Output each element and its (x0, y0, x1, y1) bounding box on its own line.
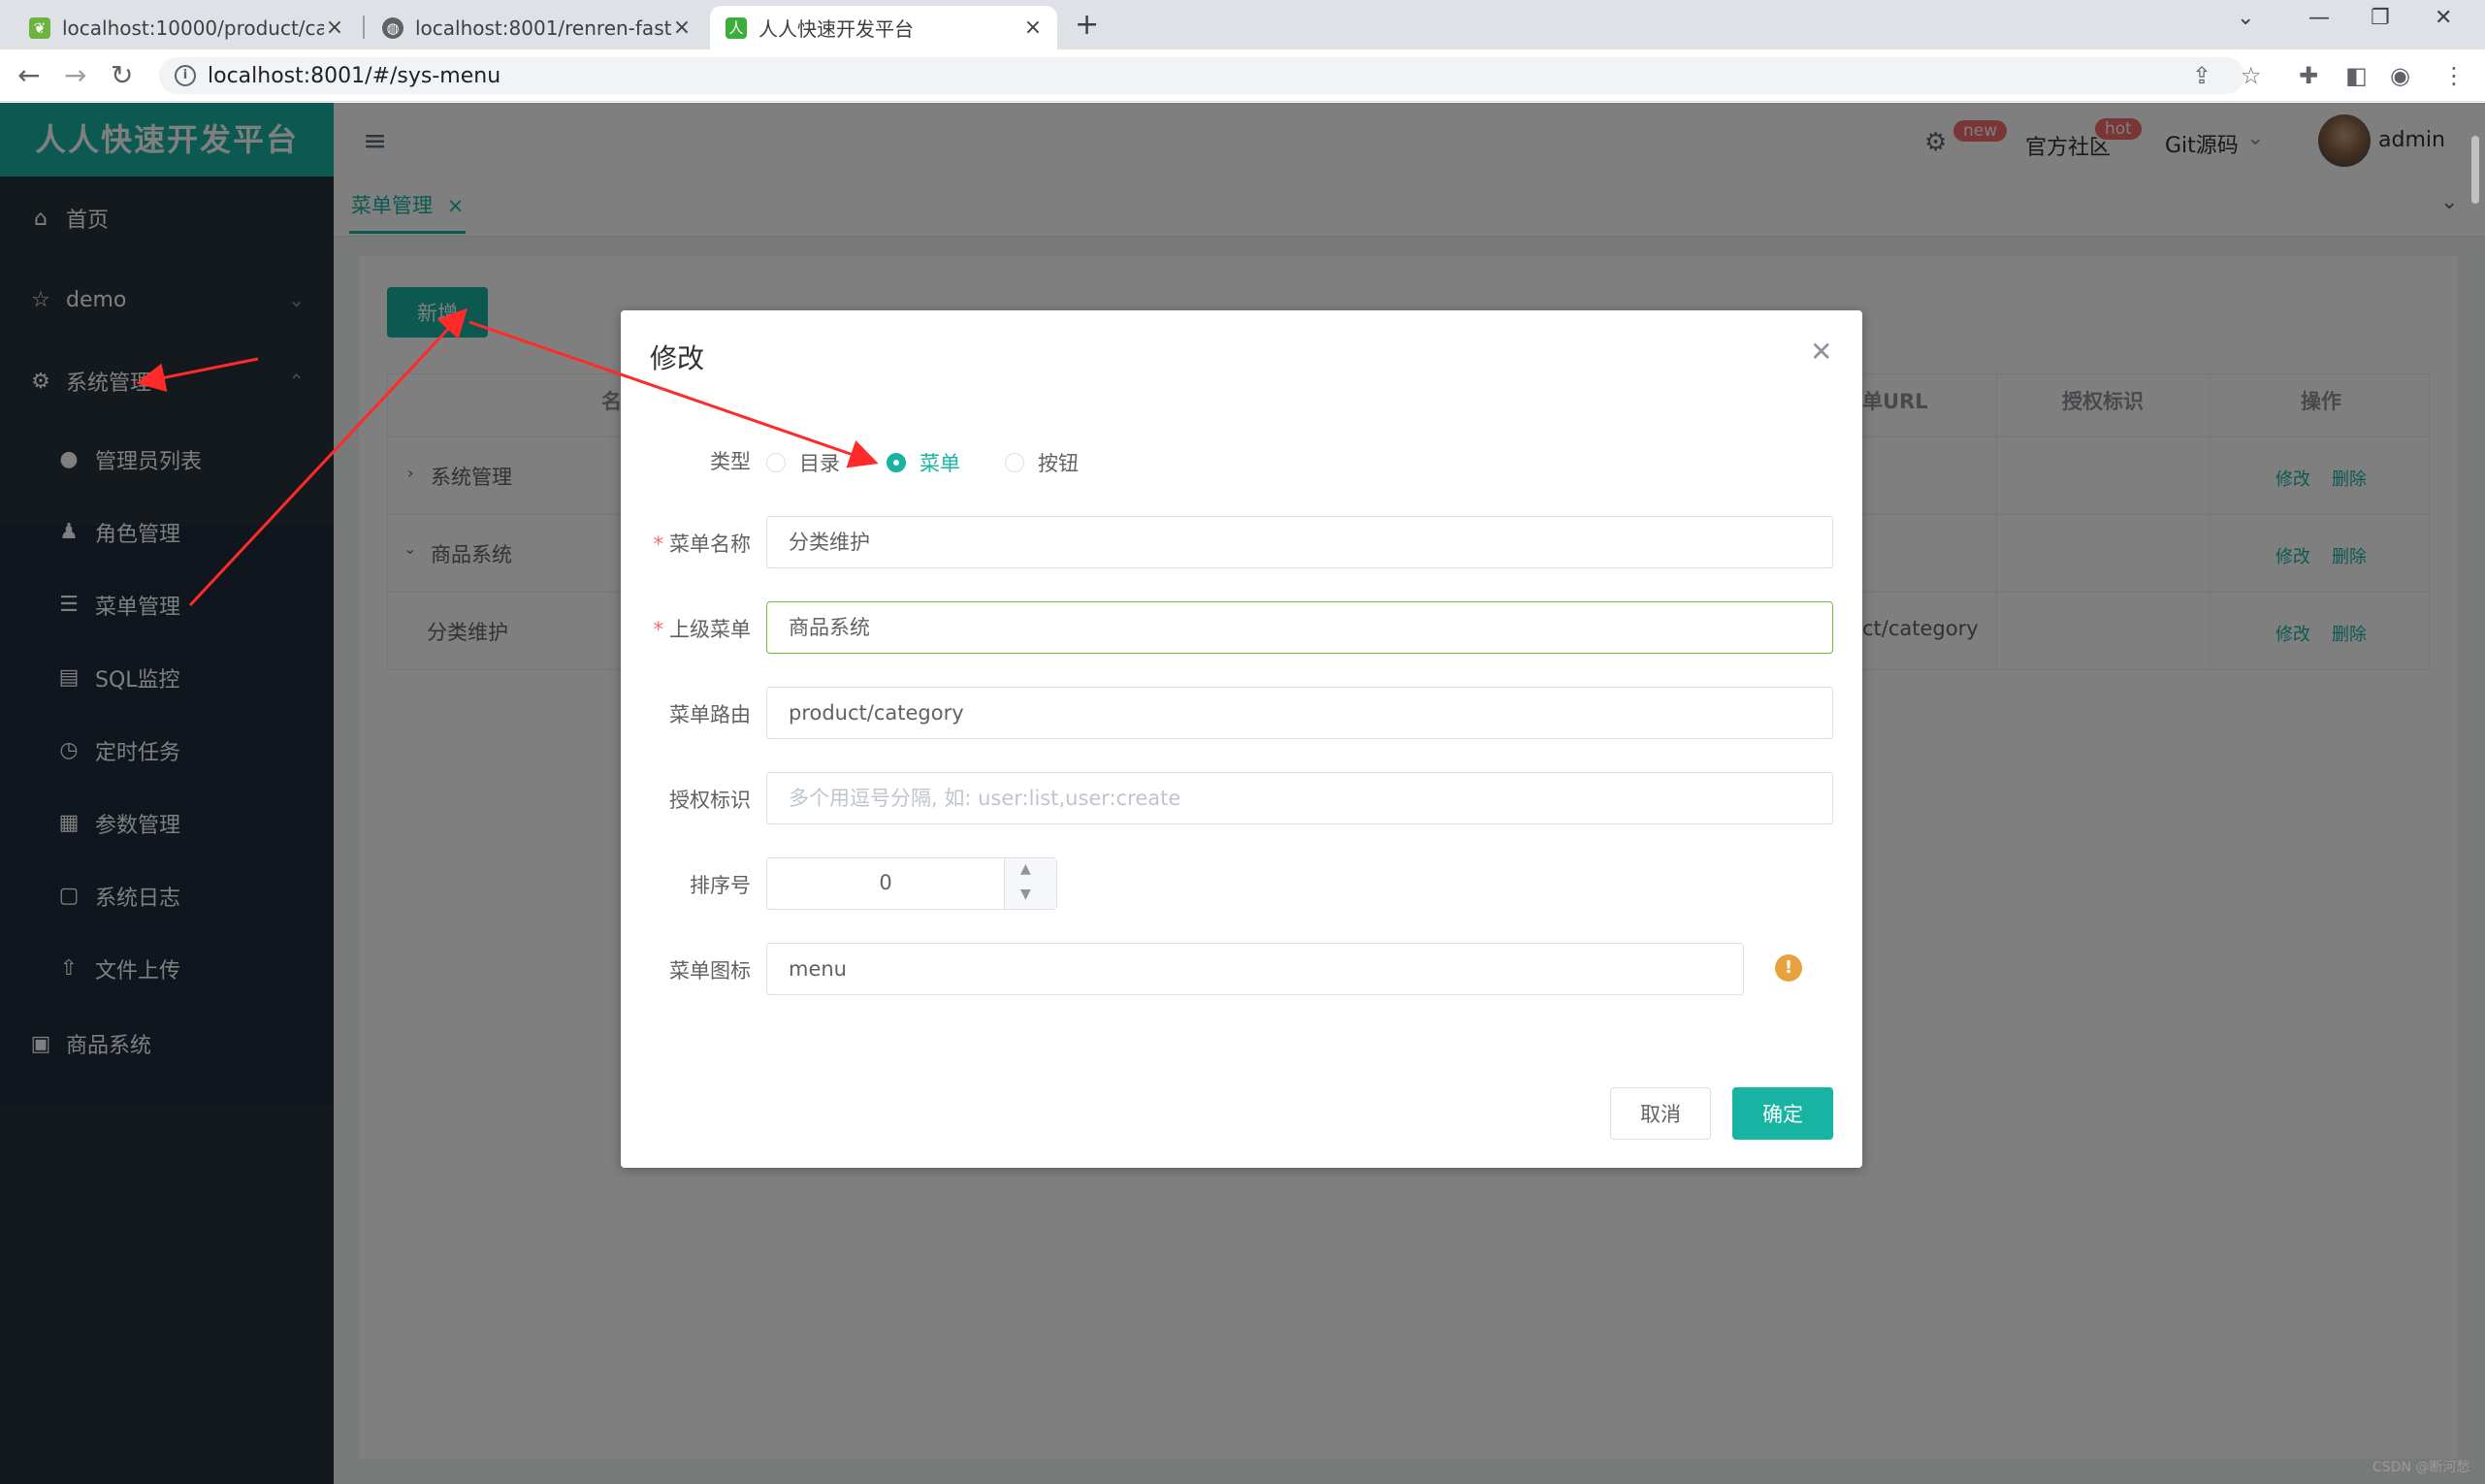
scrollbar[interactable] (2471, 136, 2479, 204)
arrow-to-add-button (188, 307, 468, 607)
arrow-to-system-menu (136, 357, 259, 393)
arrow-to-menu-radio (468, 320, 879, 468)
watermark: CSDN @断河愁 (2372, 1460, 2470, 1475)
annotation-arrows (136, 307, 879, 607)
